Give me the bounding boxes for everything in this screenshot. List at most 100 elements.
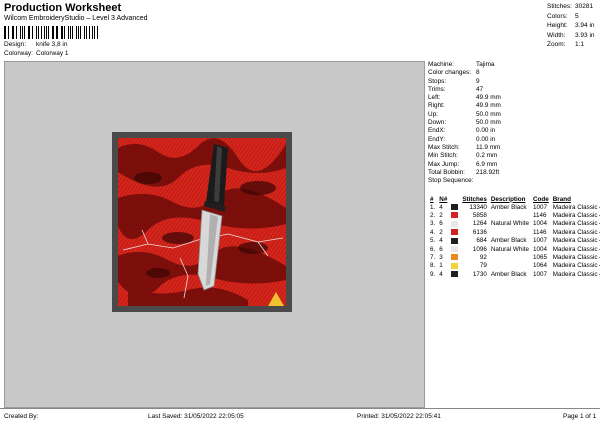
row-index: 1. [430,203,436,211]
info-row-up: Up: 50.0 mm [428,110,501,118]
row-needle: 2 [439,228,443,236]
color-swatch [451,245,459,252]
info-row-right: Right: 49.9 mm [428,102,501,110]
row-index: 3. [430,220,436,228]
row-description: Amber Black [490,203,527,211]
color-swatch [451,212,459,219]
row-stitches: 5858 [472,212,487,220]
row-code: 1004 [532,220,547,228]
row-brand: Madeira Classic 40 [552,228,600,236]
col-needle: N# [439,195,448,203]
row-brand: Madeira Classic 40 [552,245,600,253]
row-code: 1007 [532,203,547,211]
col-stitches: Stitches [462,195,487,203]
row-code: 1146 [532,228,547,236]
row-brand: Madeira Classic 40 [552,270,600,278]
row-index: 2. [430,212,436,220]
row-code: 1004 [532,245,547,253]
col-description: Description [490,195,526,203]
row-description [489,211,531,219]
col-swatch [449,195,460,203]
row-needle: 4 [439,203,443,211]
row-description: Amber Black [490,270,527,278]
info-row-min-stitch: Min Stitch: 0.2 mm [428,152,498,160]
info-row-down: Down: 50.0 mm [428,119,501,127]
row-code: 1064 [532,262,547,270]
row-brand: Madeira Classic 40 [552,220,600,228]
row-stitches: 684 [476,237,487,245]
color-swatch [451,220,459,227]
stop-sequence-row: 3. 6 1264 Natural White 1004 Madeira Classic … [428,220,600,228]
printed-date: Printed: 31/05/2022 22:05:41 [357,413,441,420]
stop-sequence-header: # N# Stitches Description Code Brand [428,195,600,203]
info-row-max-jump: Max Jump: 6.9 mm [428,160,498,168]
row-description: Amber Black [490,237,527,245]
design-value: knife 3,8 in [36,41,68,48]
embroidery-design-preview [118,138,286,306]
row-stitches: 6136 [472,228,487,236]
zoom-label: Zoom: [547,41,566,49]
info-row-machine: Machine: Tajima [428,61,495,68]
color-swatch [451,204,459,211]
row-code: 1007 [532,270,547,278]
stitches-label: Stitches: [547,3,572,10]
col-index: # [430,195,434,203]
color-swatch [451,254,459,261]
colorway-label: Colorway: [4,50,33,57]
color-swatch [451,271,459,278]
height-label: Height: [547,22,568,30]
row-description: Natural White [490,220,529,228]
design-label: Design: [4,41,27,48]
row-swatch [449,262,460,270]
row-swatch [449,253,460,261]
color-swatch [451,237,459,244]
stop-sequence-row: 1.4 13340Amber Black 1007 Madeira Classic 4… [428,203,600,211]
row-stitches: 92 [479,254,487,262]
barcode [4,26,100,39]
row-needle: 1 [439,262,443,270]
stop-sequence-row: 2.2 5858 1146 Madeira Classic 40 [428,211,600,219]
footer: Created By: Last Saved: 31/05/2022 22:05… [0,408,600,425]
row-stitches: 1264 [472,220,487,228]
row-description [489,253,531,261]
stop-sequence-row: 7.3 92 1065 Madeira Classic 40 [428,253,600,261]
stop-sequence-row: 6. 6 1096 Natural White 1004 Madeira Classic … [428,245,600,253]
info-row-max-stitch: Max Stitch: 11.9 mm [428,143,501,151]
row-needle: 6 [439,220,443,228]
info-row-left: Left: 49.9 mm [428,94,501,102]
row-swatch [449,203,460,211]
row-code: 1007 [532,237,547,245]
col-brand: Brand [552,195,571,203]
stop-sequence-table: # N# Stitches Description Code Brand 1. 4… [428,195,600,279]
row-brand: Madeira Classic 40 [552,212,600,220]
info-row-stops: Stops: 9 [428,77,480,85]
row-needle: 2 [439,212,443,220]
zoom-value: 1:1 [575,41,585,49]
row-needle: 3 [439,254,443,262]
row-description: Natural White [490,245,529,253]
row-stitches: 79 [479,262,487,270]
info-row-total-bobbin: Total Bobbin: 218.92ft [428,168,500,176]
stitches-value: 30281 [575,3,594,10]
stop-sequence-row: 9.4 1730Amber Black 1007 Madeira Classic 40 [428,270,600,278]
row-index: 9. [430,270,436,278]
page-number: Page 1 of 1 [563,413,597,420]
row-index: 6. [430,245,436,253]
row-brand: Madeira Classic 40 [552,237,600,245]
col-code: Code [532,195,549,203]
stop-sequence-row: 5.4 684Amber Black 1007 Madeira Classic 40 [428,237,600,245]
colorway-value: Colorway 1 [36,50,69,57]
info-row-color-changes: Color changes: 8 [428,69,480,77]
row-needle: 6 [439,245,443,253]
colors-value: 5 [575,12,579,20]
row-swatch [449,270,460,278]
row-stitches: 1730 [472,270,487,278]
row-brand: Madeira Classic 40 [552,203,600,211]
colors-label: Colors: [547,12,568,20]
row-swatch [449,245,460,253]
row-description [489,262,531,270]
width-value: 3.93 in [575,31,595,39]
last-saved: Last Saved: 31/05/2022 22:05:05 [148,413,244,420]
created-by: Created By: [4,413,39,420]
stop-sequence-row: 8.1 79 1064 Madeira Classic 40 [428,262,600,270]
